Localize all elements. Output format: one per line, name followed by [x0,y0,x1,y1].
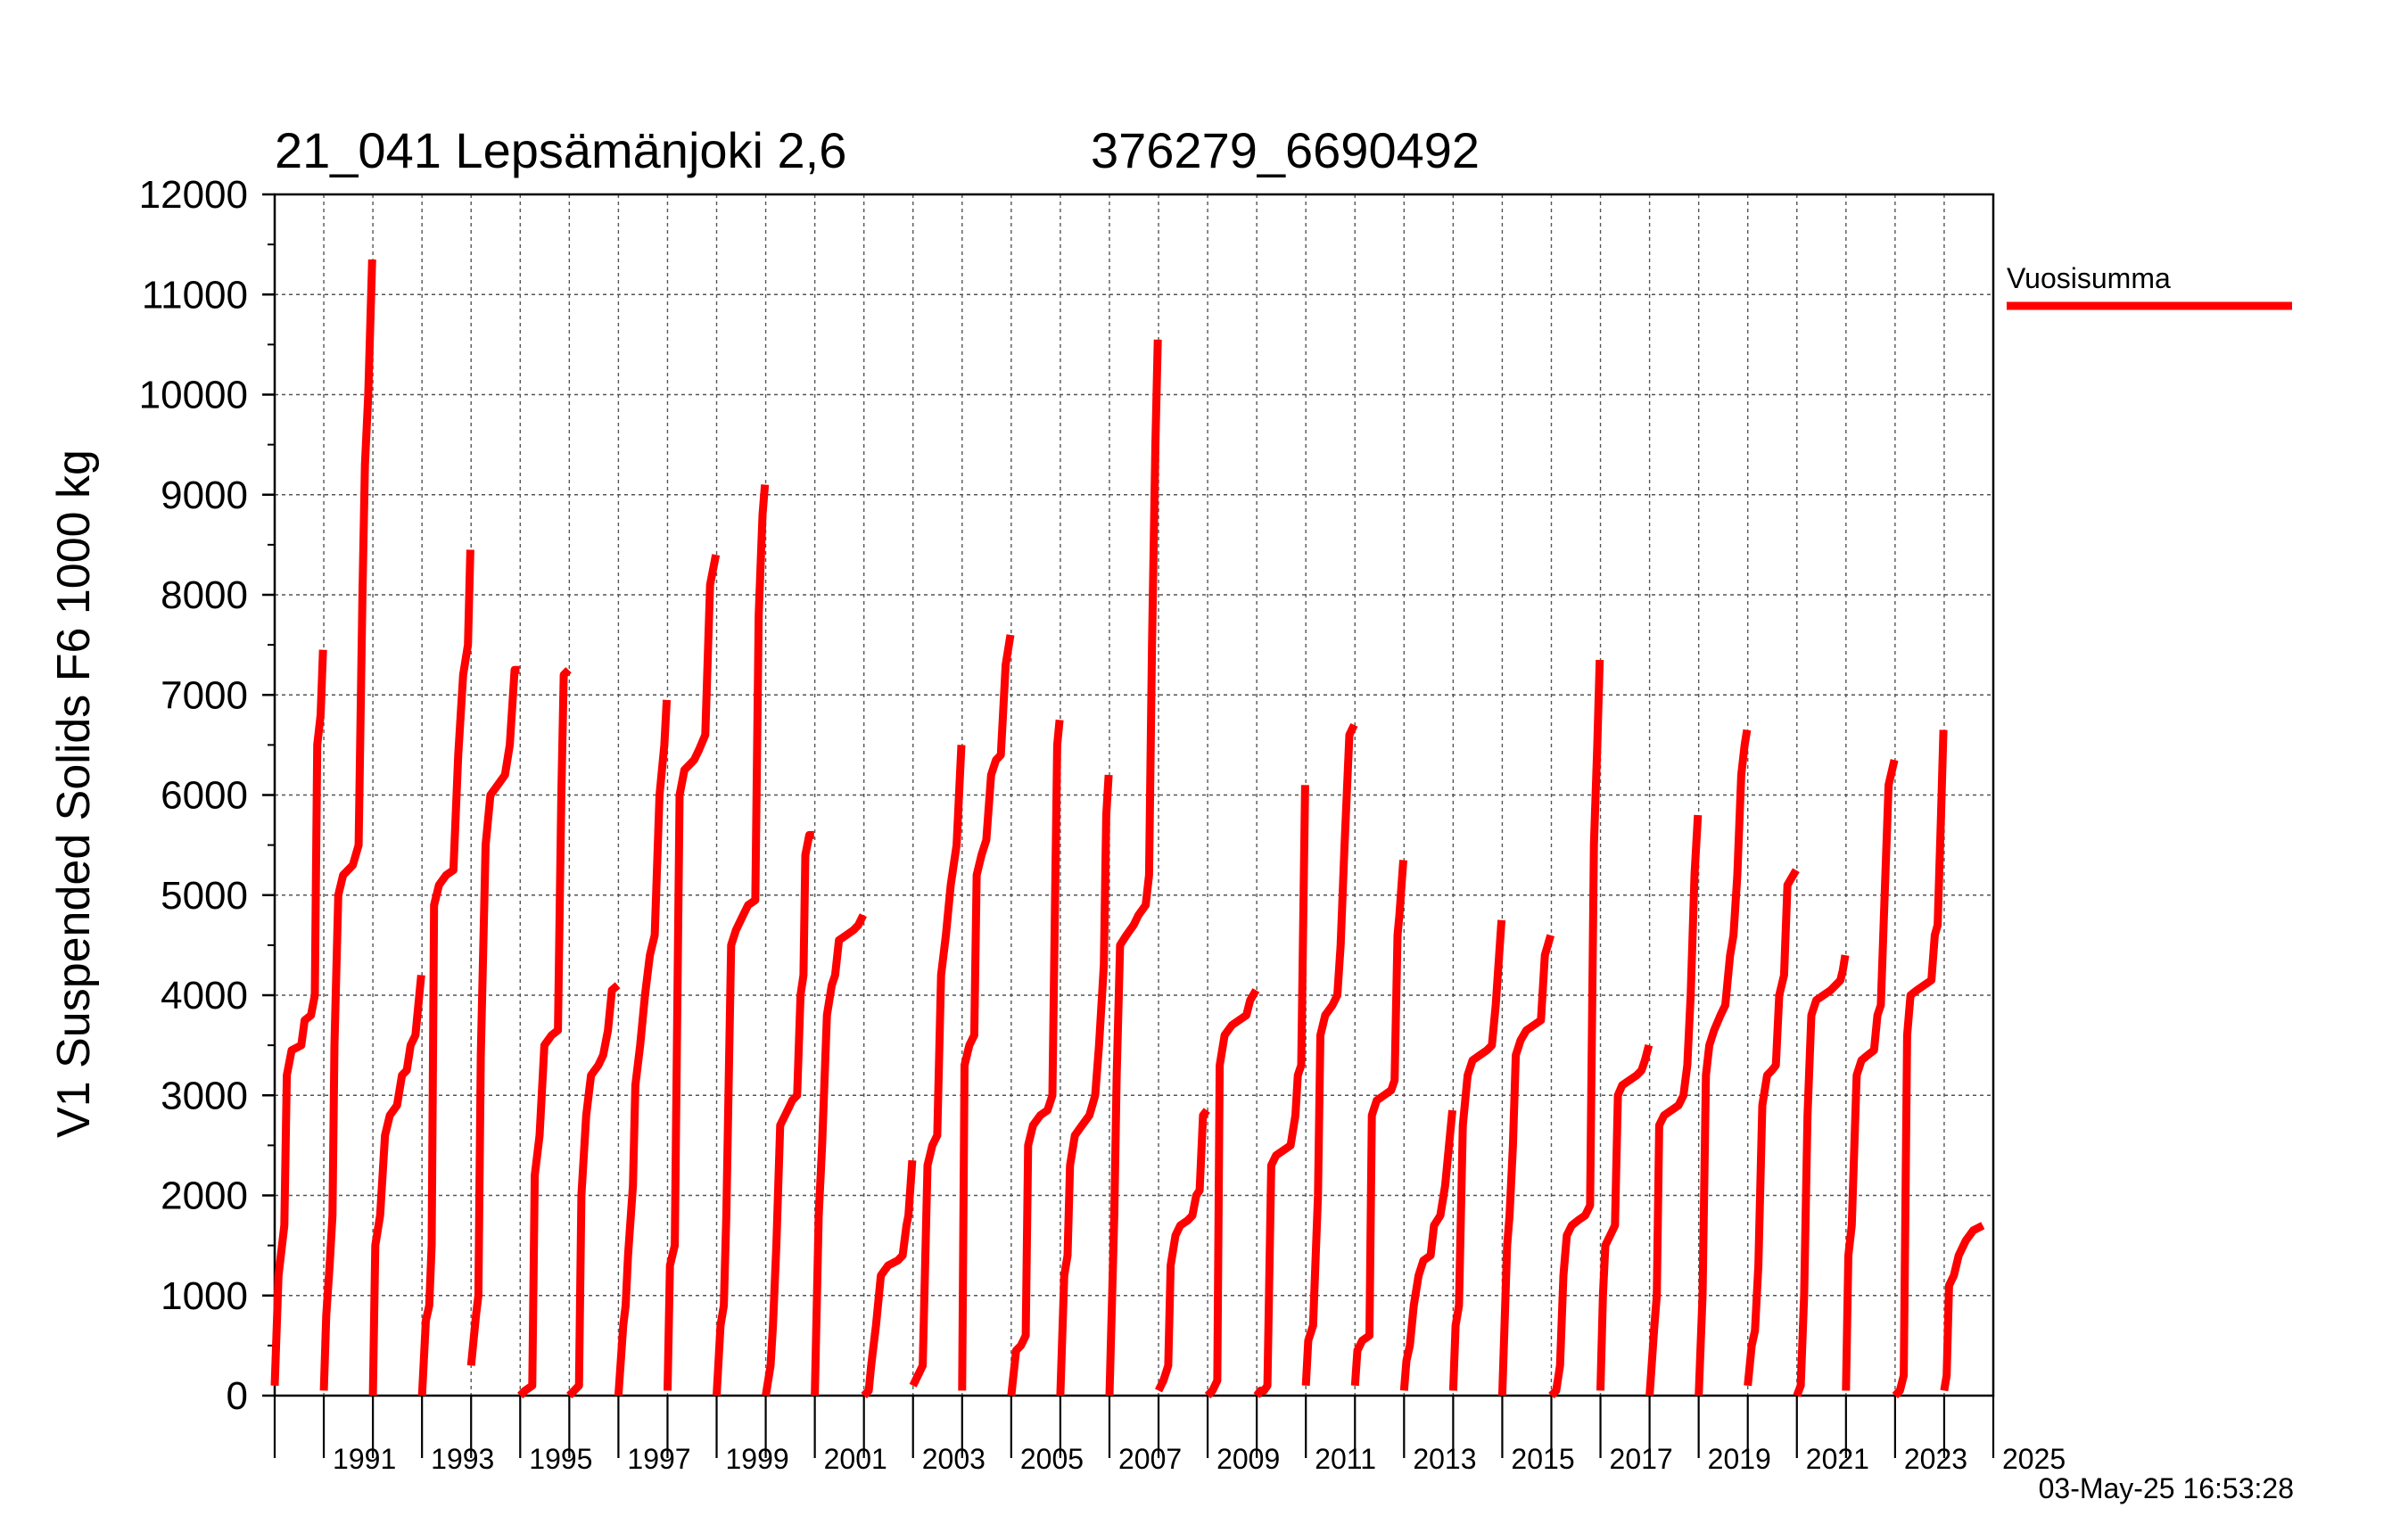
series-segment-2020 [1744,868,1800,1387]
series-segment-1999 [713,484,770,1397]
series-segment-2011 [1301,722,1358,1387]
y-tick-label: 9000 [161,474,248,517]
series-segment-2013 [1399,1109,1456,1391]
x-tick-label: 2007 [1118,1443,1182,1475]
series-segment-2021 [1793,954,1850,1397]
y-tick-label: 12000 [139,173,248,217]
x-tick-label: 1993 [431,1443,494,1475]
series-segment-1994 [466,665,520,1366]
y-tick-label: 2000 [161,1174,248,1218]
x-tick-label: 2009 [1216,1443,1280,1475]
x-tick-label: 2025 [2002,1443,2066,1475]
series-segment-2024 [1940,1222,1985,1392]
y-tick-label: 10000 [139,374,248,417]
x-tick-label: 2005 [1020,1443,1084,1475]
series-segment-1993 [417,549,474,1397]
series-segment-2015 [1497,934,1555,1397]
x-tick-label: 2011 [1315,1443,1376,1475]
series-segment-1996 [566,982,621,1399]
x-tick-label: 1995 [529,1443,592,1475]
y-tick-label: 4000 [161,974,248,1018]
x-tick-label: 2013 [1413,1443,1476,1475]
series-segment-2004 [958,634,1015,1391]
series-segment-1998 [664,554,721,1391]
x-tick-label: 2023 [1904,1443,1967,1475]
chart-title: 21_041 Lepsämänjoki 2,6 [275,122,846,178]
series-segment-2000 [762,830,814,1397]
x-tick-label: 2003 [922,1443,985,1475]
axes [262,193,1995,1458]
series-segment-2009 [1204,988,1260,1399]
chart: 21_041 Lepsämänjoki 2,6 376279_6690492 0… [48,122,2294,1504]
series-segment-2006 [1056,774,1113,1397]
y-tick-label: 5000 [161,874,248,918]
chart-subtitle: 376279_6690492 [1091,122,1480,178]
series-segment-2016 [1548,659,1604,1399]
x-tick-label: 2021 [1806,1443,1869,1475]
series-segment-2003 [909,745,966,1388]
x-tick-label: 2001 [824,1443,887,1475]
series-segment-1992 [368,975,425,1397]
y-tick-label: 8000 [161,573,248,617]
legend-label-vuosisumma: Vuosisumma [2007,262,2171,294]
series-segment-2017 [1596,1043,1653,1391]
y-tick-label: 3000 [161,1074,248,1117]
series-segment-2007 [1105,339,1162,1397]
x-tick-label: 1991 [333,1443,396,1475]
y-tick-label: 7000 [161,673,248,717]
x-tick-label: 1999 [726,1443,789,1475]
y-tick-labels: 0 1000 2000 3000 4000 5000 6000 7000 8000 9000 100… [139,173,248,1418]
x-tick-label: 2015 [1511,1443,1574,1475]
series-segment-2014 [1448,919,1506,1391]
series-vuosisumma [270,259,1985,1399]
series-segment-1997 [614,699,672,1397]
series-segment-1991 [319,259,376,1391]
y-tick-label: 11000 [142,273,248,317]
legend: Vuosisumma [2007,262,2292,310]
y-axis-label: V1 Suspended Solids F6 1000 kg [48,449,100,1138]
y-tick-label: 6000 [161,774,248,818]
series-segment-2005 [1007,719,1064,1397]
y-tick-label: 1000 [161,1274,248,1318]
series-segment-2001 [811,913,867,1397]
timestamp: 03-May-25 16:53:28 [2039,1472,2294,1504]
x-tick-labels: 1991 1993 1995 1997 1999 2001 2003 2005 2007 2009… [333,1443,2066,1475]
series-segment-2018 [1645,814,1703,1397]
x-tick-label: 2019 [1708,1443,1771,1475]
series-segment-2012 [1350,860,1407,1387]
x-tick-label: 2017 [1610,1443,1673,1475]
series-segment-1995 [517,667,572,1399]
x-tick-label: 1997 [627,1443,690,1475]
series-segment-2010 [1253,785,1309,1398]
series-segment-1990 [270,649,327,1386]
series-segment-2008 [1154,1108,1210,1393]
y-tick-label: 0 [227,1374,248,1418]
